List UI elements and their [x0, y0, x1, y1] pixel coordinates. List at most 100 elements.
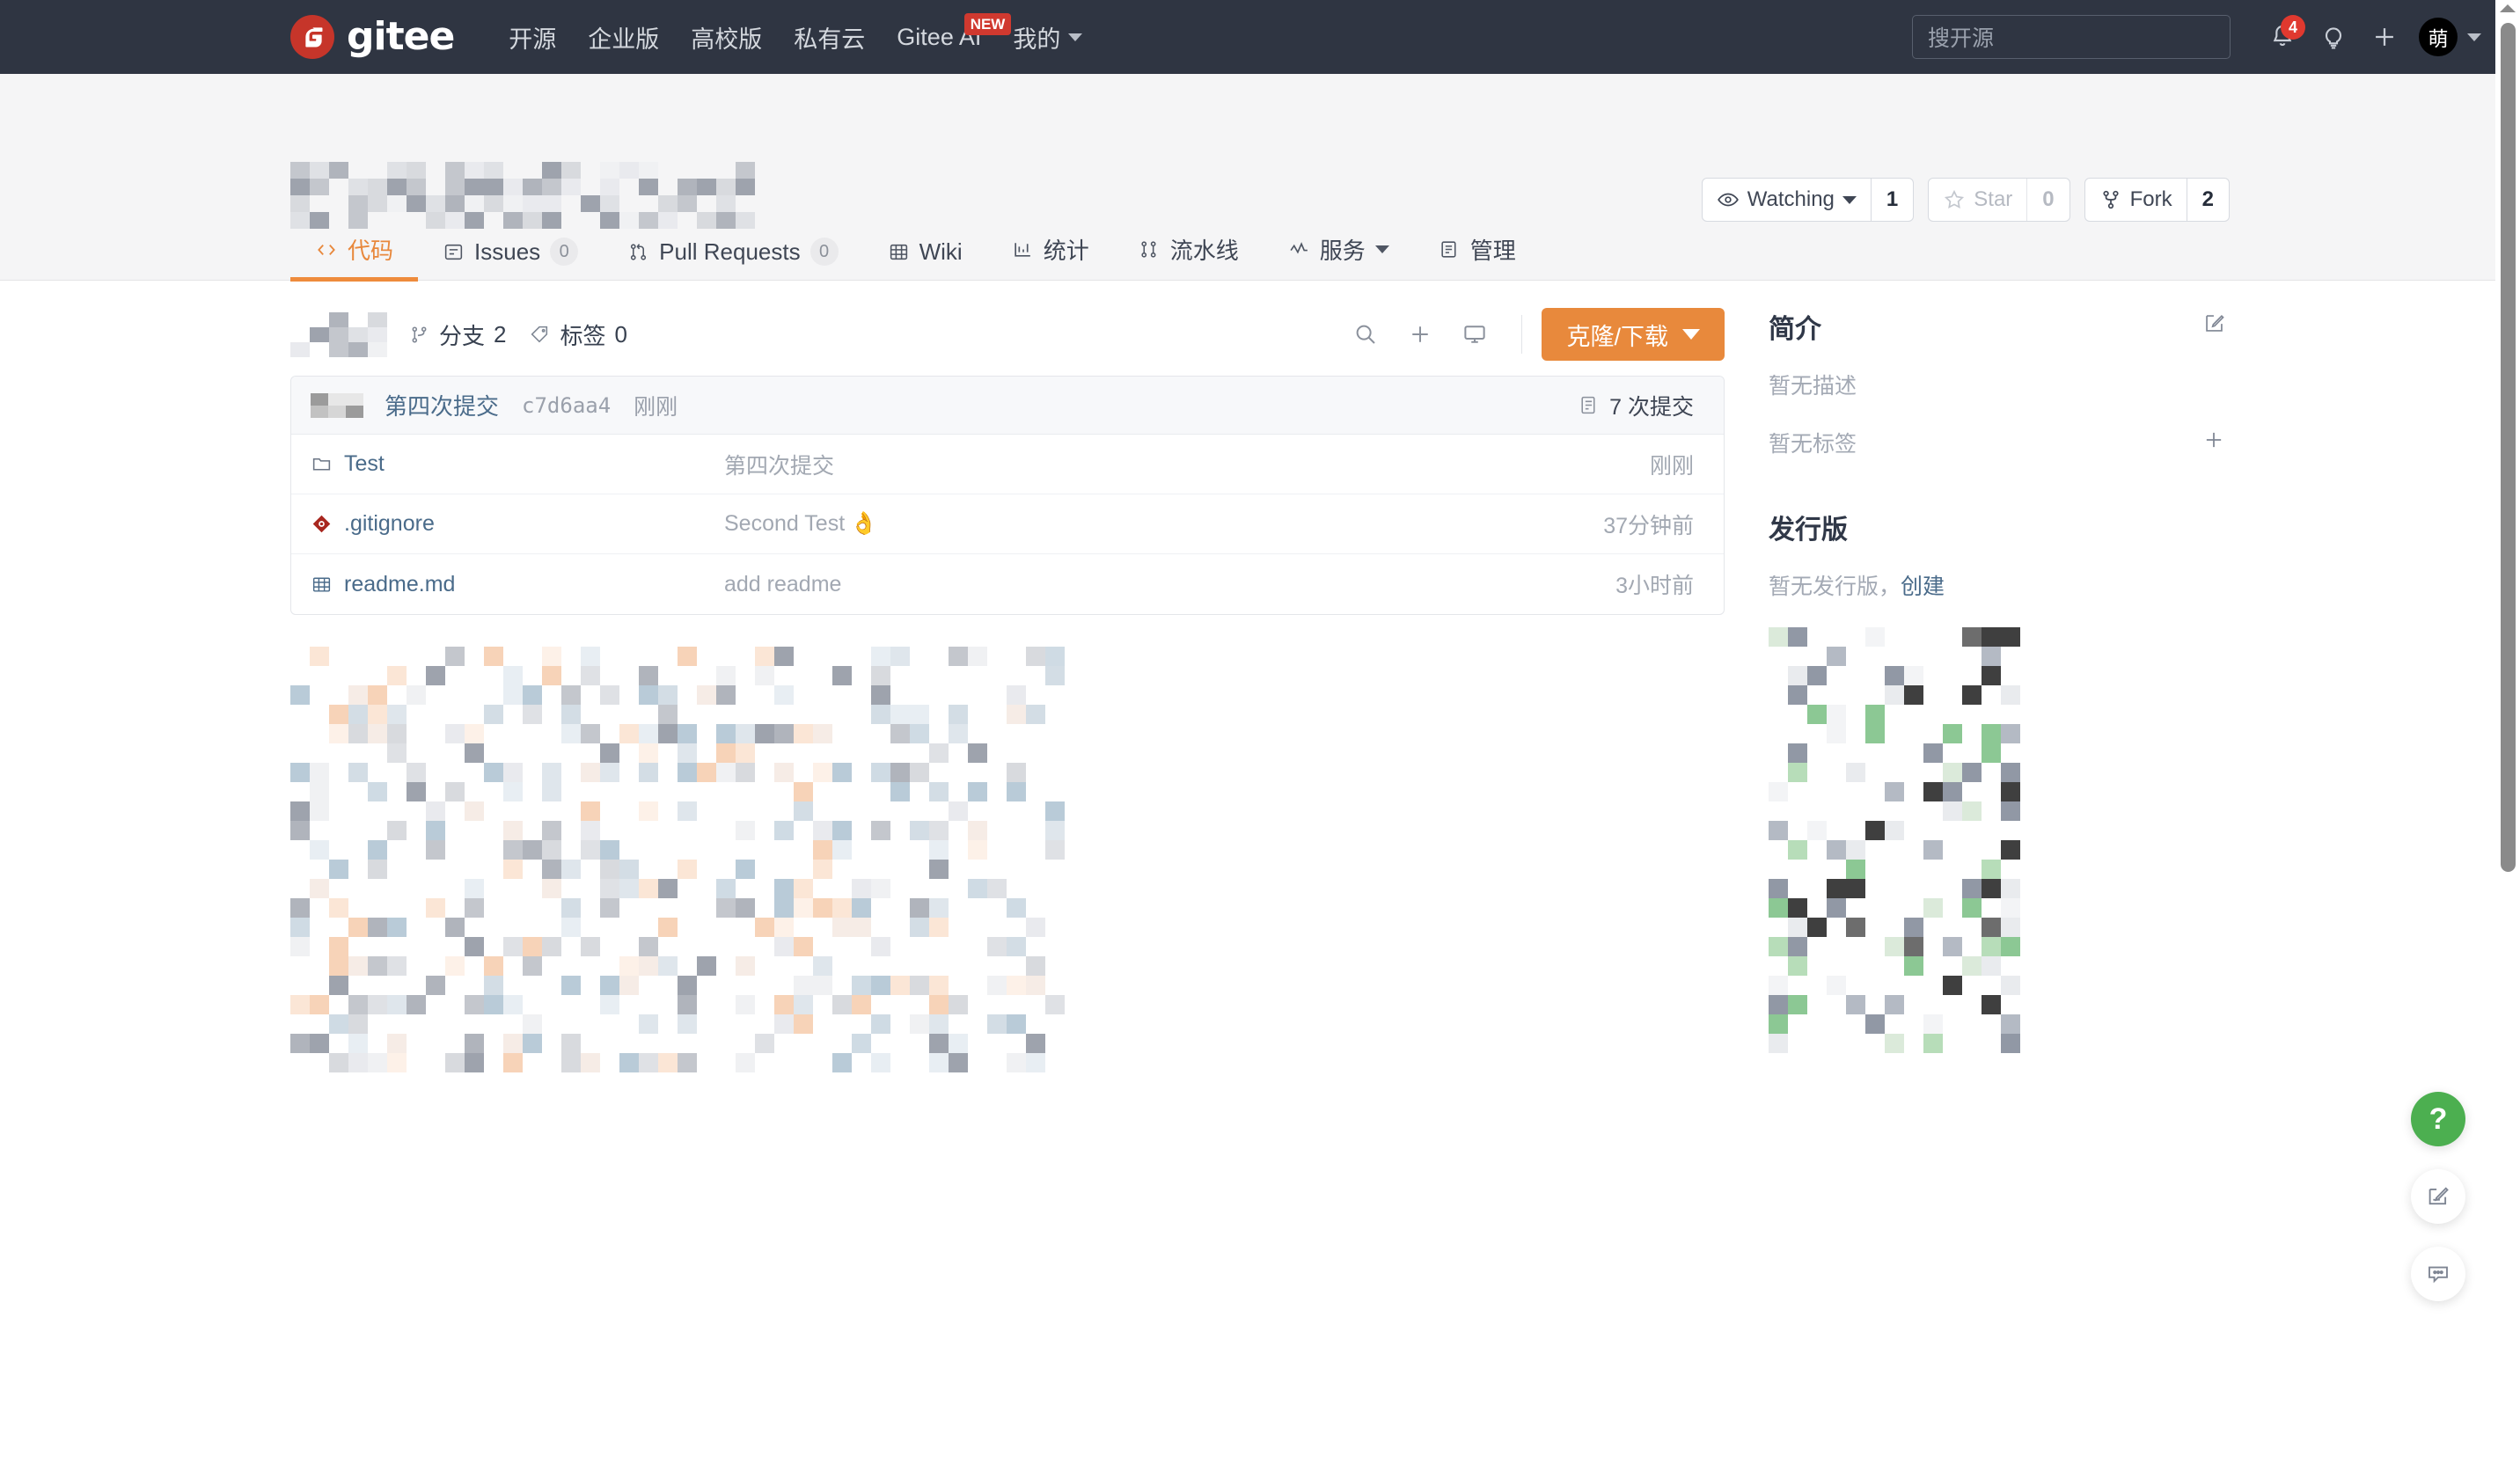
table-row[interactable]: readme.md add readme 3小时前 [291, 554, 1724, 614]
tab-label: 代码 [348, 238, 394, 264]
nav-item-opensource[interactable]: 开源 [493, 20, 572, 55]
star-count: 0 [2026, 179, 2069, 221]
chevron-down-icon [1068, 33, 1083, 41]
feedback-fab[interactable] [2411, 1169, 2465, 1224]
commit-message[interactable]: 第四次提交 [385, 389, 499, 421]
main-content: 分支 2 标签 0 克隆/下载 第四次提交 c7d6aa4 刚刚 7 次提交 T… [0, 281, 2520, 1301]
repo-toolbar: 分支 2 标签 0 克隆/下载 [290, 307, 1725, 362]
tab-code[interactable]: 代码 [290, 233, 419, 282]
latest-commit-bar: 第四次提交 c7d6aa4 刚刚 7 次提交 [291, 377, 1724, 435]
nav-item-privatecloud[interactable]: 私有云 [778, 20, 881, 55]
file-commit-message: add readme [724, 572, 1615, 597]
file-name-link[interactable]: .gitignore [311, 511, 724, 537]
nav-label: 私有云 [794, 26, 866, 53]
tab-label: 统计 [1043, 238, 1089, 264]
manage-icon [1441, 241, 1456, 258]
floating-action-buttons: ? [2411, 1092, 2465, 1301]
fork-label: Fork [2129, 187, 2172, 211]
chat-fab[interactable] [2411, 1247, 2465, 1301]
add-tag-button[interactable] [2201, 428, 2226, 458]
lightbulb-button[interactable] [2308, 11, 2359, 62]
file-time: 37分钟前 [1603, 513, 1694, 538]
tab-pipeline[interactable]: 流水线 [1114, 233, 1264, 280]
no-description-text: 暂无描述 [1769, 374, 1857, 399]
sidebar-widgets-redacted [1769, 627, 2226, 1053]
watch-count: 1 [1870, 179, 1913, 221]
toolbar-actions: 克隆/下载 [1338, 307, 1725, 362]
commit-time: 刚刚 [634, 394, 678, 420]
add-file-button[interactable] [1393, 307, 1447, 362]
pr-icon [631, 243, 647, 260]
file-name: Test [344, 451, 385, 476]
file-message-emoji: 👌 [850, 511, 878, 536]
file-time: 3小时前 [1615, 574, 1694, 598]
scroll-up-arrow-icon[interactable] [2500, 4, 2516, 12]
chevron-down-icon [1842, 195, 1857, 204]
file-name-link[interactable]: readme.md [311, 572, 724, 597]
fork-button[interactable]: Fork 2 [2084, 178, 2230, 222]
chevron-down-icon [1374, 245, 1389, 253]
nav-label: 企业版 [588, 26, 660, 53]
star-button[interactable]: Star 0 [1928, 178, 2070, 222]
branch-icon [412, 326, 427, 343]
help-glyph: ? [2428, 1101, 2448, 1136]
tab-label: Pull Requests [659, 238, 801, 265]
nav-item-gitee-ai[interactable]: Gitee AI NEW [881, 12, 1012, 51]
clone-download-button[interactable]: 克隆/下载 [1542, 308, 1725, 361]
tab-manage[interactable]: 管理 [1414, 233, 1541, 280]
search-input[interactable]: 搜开源 [1912, 15, 2231, 59]
watch-button[interactable]: Watching 1 [1701, 178, 1915, 222]
repository-tabs: 代码 Issues 0 Pull Requests 0 Wiki 统计 流水线 … [290, 233, 1541, 282]
tab-services[interactable]: 服务 [1264, 233, 1414, 280]
scrollbar-thumb[interactable] [2501, 23, 2516, 872]
about-title-text: 简介 [1769, 315, 1821, 344]
user-menu[interactable]: 萌 [2419, 18, 2481, 56]
edit-icon [2428, 1187, 2449, 1205]
tab-pull-requests[interactable]: Pull Requests 0 [603, 238, 862, 280]
clone-label: 克隆/下载 [1566, 323, 1668, 350]
file-time: 刚刚 [1649, 453, 1694, 479]
commit-count-link[interactable]: 7 次提交 [1578, 390, 1694, 421]
edit-about-button[interactable] [2202, 311, 2226, 342]
release-title-text: 发行版 [1769, 516, 1848, 545]
search-file-button[interactable] [1338, 307, 1393, 362]
chevron-down-icon [2467, 33, 2481, 41]
web-ide-button[interactable] [1447, 307, 1502, 362]
create-new-button[interactable] [2359, 11, 2410, 62]
issue-icon [444, 244, 463, 260]
nav-item-mine[interactable]: 我的 [997, 20, 1098, 55]
code-column: 分支 2 标签 0 克隆/下载 第四次提交 c7d6aa4 刚刚 7 次提交 T… [290, 281, 1725, 1072]
tags-link[interactable]: 标签 0 [529, 318, 627, 351]
branch-selector-redacted[interactable] [290, 311, 387, 357]
create-release-link[interactable]: 创建 [1901, 569, 1945, 601]
commit-sha[interactable]: c7d6aa4 [522, 393, 611, 418]
repository-title-redacted [290, 162, 755, 229]
table-row[interactable]: Test 第四次提交 刚刚 [291, 435, 1724, 494]
commit-author-redacted [311, 392, 363, 418]
nav-item-enterprise[interactable]: 企业版 [572, 20, 675, 55]
tag-icon [531, 326, 548, 342]
nav-item-education[interactable]: 高校版 [675, 20, 778, 55]
gitee-logo[interactable]: gitee [290, 15, 455, 59]
file-commit-message: 第四次提交 [724, 449, 1650, 480]
tab-wiki[interactable]: Wiki [863, 238, 987, 280]
branches-link[interactable]: 分支 2 [408, 318, 506, 351]
watch-label: Watching [1747, 187, 1835, 211]
no-tags-text: 暂无标签 [1769, 432, 1857, 457]
plus-icon [2206, 432, 2222, 447]
chat-icon [2428, 1266, 2448, 1284]
service-icon [1290, 242, 1308, 254]
tab-issues[interactable]: Issues 0 [418, 238, 603, 280]
file-name-link[interactable]: Test [311, 451, 724, 477]
avatar: 萌 [2419, 18, 2458, 56]
about-tags: 暂无标签 [1769, 427, 2226, 458]
monitor-icon [1464, 326, 1486, 343]
table-row[interactable]: .gitignore Second Test 👌 37分钟前 [291, 494, 1724, 554]
star-label: Star [1974, 187, 2013, 211]
page-scrollbar[interactable] [2495, 0, 2520, 1471]
notifications-button[interactable]: 4 [2257, 11, 2308, 62]
nav-right-group: 搜开源 4 萌 [1912, 0, 2481, 74]
help-fab[interactable]: ? [2411, 1092, 2465, 1146]
release-section: 发行版 暂无发行版， 创建 [1769, 508, 2226, 601]
tab-statistics[interactable]: 统计 [987, 233, 1114, 280]
